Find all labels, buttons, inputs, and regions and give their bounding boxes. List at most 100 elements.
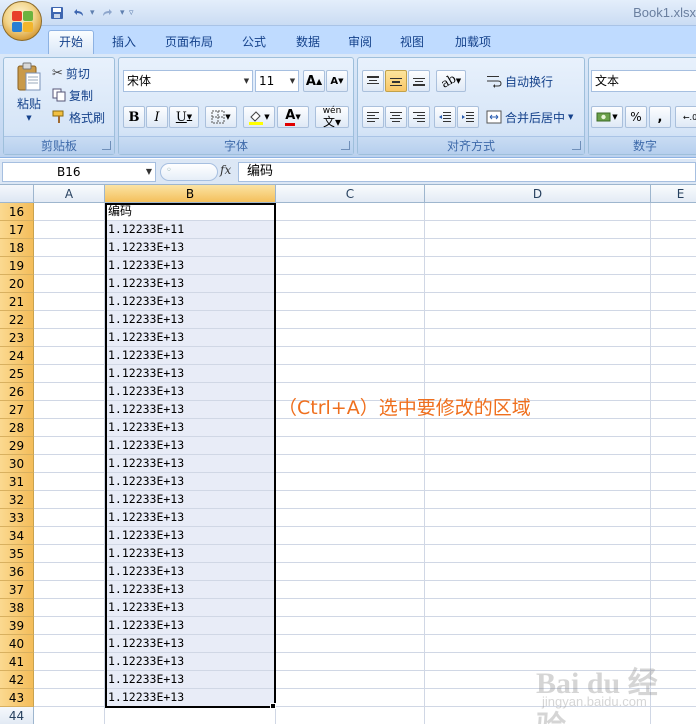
row-header[interactable]: 25 <box>0 365 34 383</box>
cell-d[interactable] <box>425 599 651 617</box>
row-header[interactable]: 19 <box>0 257 34 275</box>
cell-e[interactable] <box>651 347 696 365</box>
cell-e[interactable] <box>651 401 696 419</box>
cell-c[interactable] <box>276 311 425 329</box>
cell-b[interactable]: 1.12233E+13 <box>105 545 276 563</box>
cell-a[interactable] <box>34 329 105 347</box>
cell-a[interactable] <box>34 635 105 653</box>
row-header[interactable]: 41 <box>0 653 34 671</box>
row-header[interactable]: 39 <box>0 617 34 635</box>
cell-e[interactable] <box>651 491 696 509</box>
tab-review[interactable]: 审阅 <box>338 32 382 54</box>
row-header[interactable]: 26 <box>0 383 34 401</box>
cell-c[interactable] <box>276 347 425 365</box>
cell-b[interactable]: 1.12233E+13 <box>105 671 276 689</box>
cell-b[interactable]: 1.12233E+13 <box>105 473 276 491</box>
select-all-corner[interactable] <box>0 185 34 203</box>
cell-c[interactable] <box>276 365 425 383</box>
cell-a[interactable] <box>34 491 105 509</box>
row-header[interactable]: 37 <box>0 581 34 599</box>
increase-decimal-button[interactable]: ←.0 <box>675 106 696 128</box>
name-box-dropdown-icon[interactable]: ▼ <box>146 163 152 181</box>
row-header[interactable]: 22 <box>0 311 34 329</box>
underline-button[interactable]: U ▼ <box>169 106 199 128</box>
cell-b[interactable]: 编码 <box>105 203 276 221</box>
cell-e[interactable] <box>651 419 696 437</box>
font-launcher-icon[interactable] <box>341 141 350 150</box>
cell-c[interactable] <box>276 329 425 347</box>
cell-a[interactable] <box>34 437 105 455</box>
cell-c[interactable] <box>276 437 425 455</box>
cell-e[interactable] <box>651 599 696 617</box>
phonetic-guide-button[interactable]: wén 文▾ <box>315 106 349 128</box>
column-header-a[interactable]: A <box>34 185 105 203</box>
tab-page-layout[interactable]: 页面布局 <box>154 32 224 54</box>
percent-style-button[interactable]: % <box>625 106 647 128</box>
formula-input[interactable]: 编码 <box>238 162 696 182</box>
cell-e[interactable] <box>651 311 696 329</box>
cell-b[interactable]: 1.12233E+11 <box>105 221 276 239</box>
italic-button[interactable]: I <box>146 106 168 128</box>
cell-b[interactable]: 1.12233E+13 <box>105 293 276 311</box>
row-header[interactable]: 35 <box>0 545 34 563</box>
cell-b[interactable]: 1.12233E+13 <box>105 239 276 257</box>
cell-d[interactable] <box>425 221 651 239</box>
undo-dropdown-icon[interactable]: ▾ <box>90 8 96 18</box>
cell-e[interactable] <box>651 203 696 221</box>
redo-dropdown-icon[interactable]: ▾ <box>120 8 126 18</box>
cell-c[interactable] <box>276 527 425 545</box>
name-box[interactable]: B16 ▼ <box>2 162 156 182</box>
fill-handle[interactable] <box>270 703 276 709</box>
cell-e[interactable] <box>651 473 696 491</box>
cell-c[interactable] <box>276 203 425 221</box>
cell-e[interactable] <box>651 635 696 653</box>
number-format-select[interactable]: 文本 <box>591 70 696 92</box>
cell-d[interactable] <box>425 347 651 365</box>
cell-e[interactable] <box>651 581 696 599</box>
cell-d[interactable] <box>425 329 651 347</box>
borders-button[interactable]: ▼ <box>205 106 237 128</box>
cell-d[interactable] <box>425 419 651 437</box>
orientation-button[interactable]: ab ▼ <box>436 70 466 92</box>
cell-d[interactable] <box>425 563 651 581</box>
copy-button[interactable]: 复制 <box>52 84 93 106</box>
cell-c[interactable] <box>276 653 425 671</box>
cut-button[interactable]: ✂ 剪切 <box>52 62 90 84</box>
row-header[interactable]: 17 <box>0 221 34 239</box>
cell-e[interactable] <box>651 221 696 239</box>
cell-a[interactable] <box>34 293 105 311</box>
cell-b[interactable]: 1.12233E+13 <box>105 419 276 437</box>
cell-c[interactable] <box>276 419 425 437</box>
cell-c[interactable] <box>276 509 425 527</box>
row-header[interactable]: 29 <box>0 437 34 455</box>
cell-b[interactable]: 1.12233E+13 <box>105 581 276 599</box>
row-header[interactable]: 23 <box>0 329 34 347</box>
cell-c[interactable] <box>276 257 425 275</box>
cell-d[interactable] <box>425 437 651 455</box>
insert-function-button[interactable]: fx <box>220 163 231 177</box>
redo-icon[interactable] <box>99 4 117 22</box>
cell-c[interactable] <box>276 455 425 473</box>
cell-e[interactable] <box>651 293 696 311</box>
cell-b[interactable]: 1.12233E+13 <box>105 437 276 455</box>
row-header[interactable]: 33 <box>0 509 34 527</box>
cell-d[interactable] <box>425 509 651 527</box>
cell-b[interactable]: 1.12233E+13 <box>105 311 276 329</box>
cell-a[interactable] <box>34 347 105 365</box>
undo-icon[interactable] <box>69 4 87 22</box>
accounting-format-button[interactable]: ▼ <box>591 106 623 128</box>
cell-a[interactable] <box>34 617 105 635</box>
tab-home[interactable]: 开始 <box>48 30 94 54</box>
tab-formulas[interactable]: 公式 <box>232 32 276 54</box>
cell-e[interactable] <box>651 545 696 563</box>
cell-a[interactable] <box>34 239 105 257</box>
tab-data[interactable]: 数据 <box>286 32 330 54</box>
cell-a[interactable] <box>34 689 105 707</box>
tab-insert[interactable]: 插入 <box>102 32 146 54</box>
cell-a[interactable] <box>34 221 105 239</box>
cell-b[interactable]: 1.12233E+13 <box>105 689 276 707</box>
bold-button[interactable]: B <box>123 106 145 128</box>
cell-c[interactable] <box>276 617 425 635</box>
cell-d[interactable] <box>425 581 651 599</box>
cell-a[interactable] <box>34 563 105 581</box>
